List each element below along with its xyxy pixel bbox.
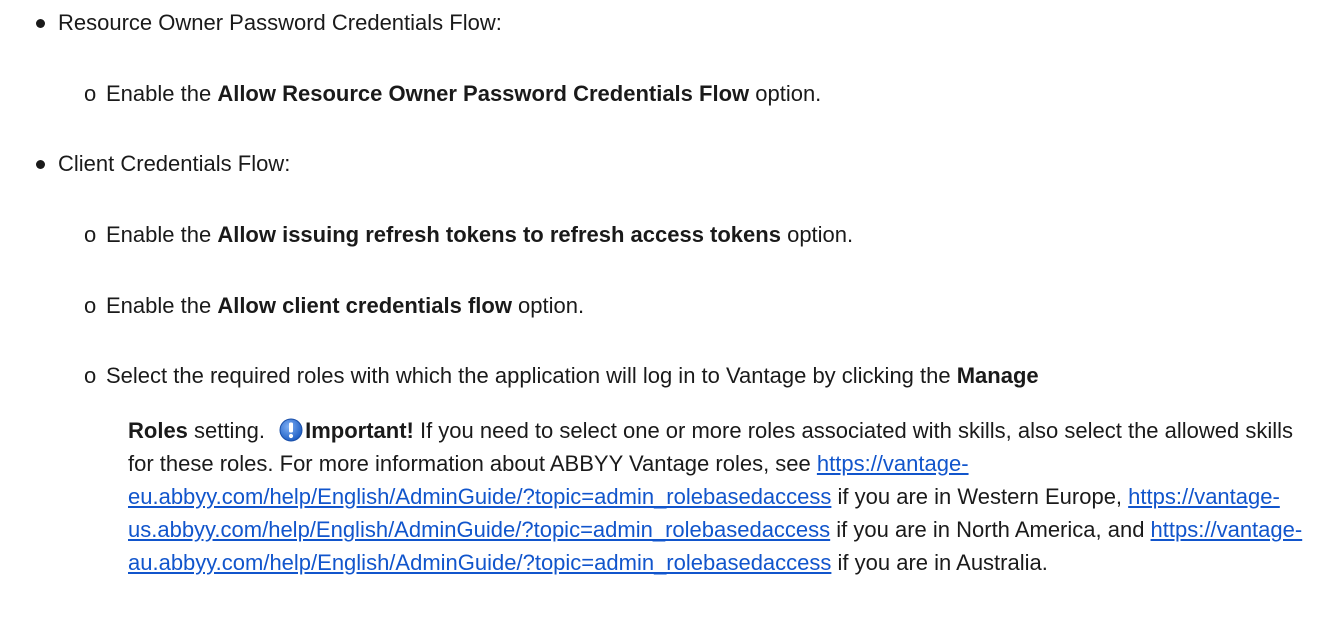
list-item-label: Client Credentials Flow: [58,151,291,176]
bullet-dot [36,160,45,169]
important-label: Important! [305,418,414,443]
option-name: Manage [956,363,1039,388]
sub-bullet-circle: o [84,81,97,106]
bullet-dot [36,19,45,28]
sub-bullet-circle: o [84,293,97,318]
option-name: Allow Resource Owner Password Credential… [217,81,750,106]
sub-bullet-circle: o [84,363,97,388]
option-name: Roles [128,418,188,443]
sub-list-item: Enable the Allow client credentials flow… [106,293,585,318]
sub-list-item: Select the required roles with which the… [106,363,1039,388]
sub-list-item-continuation: Roles setting. Important! If you need to… [128,418,1303,575]
sub-list-item: Enable the Allow issuing refresh tokens … [106,222,854,247]
sub-list-item: Enable the Allow Resource Owner Password… [106,81,822,106]
list-item-label: Resource Owner Password Credentials Flow… [58,10,502,35]
info-icon [279,418,303,442]
option-name: Allow client credentials flow [217,293,512,318]
sub-bullet-circle: o [84,222,97,247]
option-name: Allow issuing refresh tokens to refresh … [217,222,781,247]
